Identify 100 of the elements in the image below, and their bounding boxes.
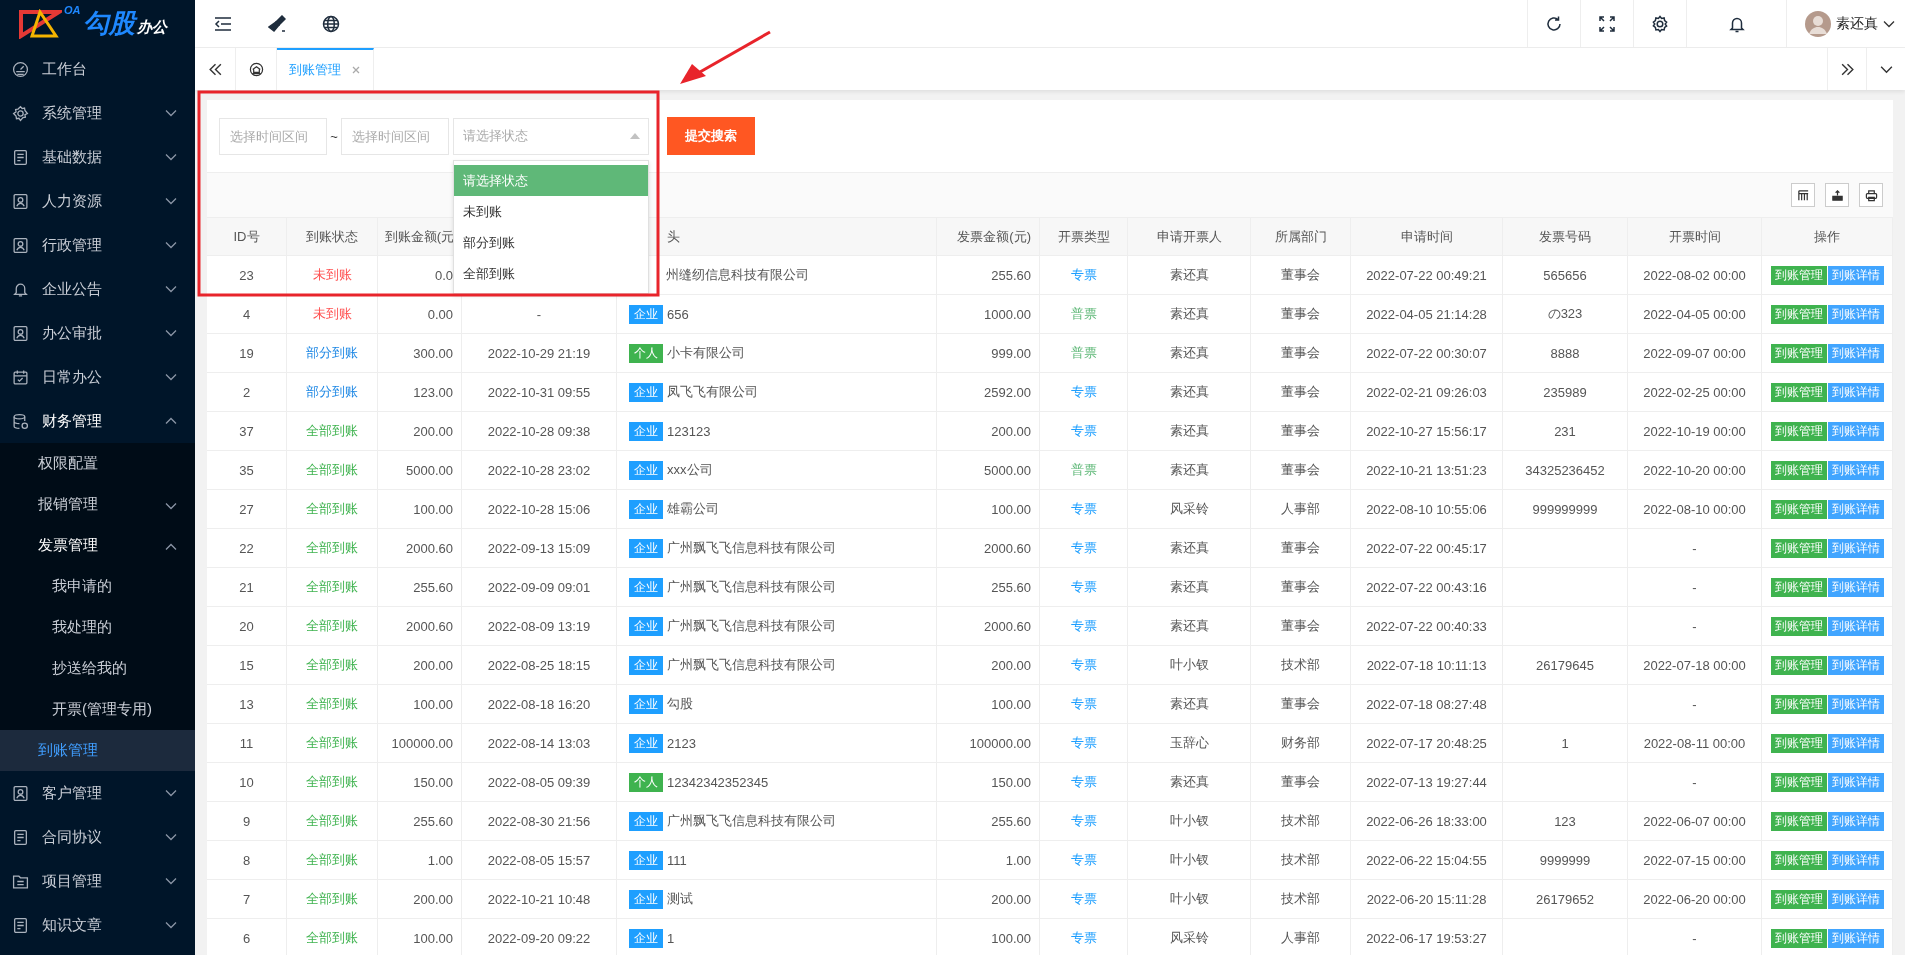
table-cell: 2000.60 xyxy=(378,607,462,645)
arrival-detail-button[interactable]: 到账详情 xyxy=(1827,343,1884,363)
arrival-detail-button[interactable]: 到账详情 xyxy=(1827,694,1884,714)
arrival-detail-button[interactable]: 到账详情 xyxy=(1827,265,1884,285)
arrival-detail-button[interactable]: 到账详情 xyxy=(1827,616,1884,636)
menu-item[interactable]: 基础数据 xyxy=(0,135,195,179)
submenu-item[interactable]: 到账管理 xyxy=(0,730,195,771)
table-cell: 5000.00 xyxy=(937,451,1040,489)
category-tag: 企业 xyxy=(629,538,663,558)
submenu-item[interactable]: 发票管理 xyxy=(0,525,195,566)
table-cell: 1.00 xyxy=(378,841,462,879)
arrival-detail-button[interactable]: 到账详情 xyxy=(1827,655,1884,675)
menu-item[interactable]: 知识文章 xyxy=(0,903,195,947)
arrival-detail-button[interactable]: 到账详情 xyxy=(1827,577,1884,597)
arrival-manage-button[interactable]: 到账管理 xyxy=(1770,460,1827,480)
logo-icon xyxy=(18,8,62,39)
arrival-detail-button[interactable]: 到账详情 xyxy=(1827,421,1884,441)
table-cell: 叶小钗 xyxy=(1128,646,1251,684)
arrival-manage-button[interactable]: 到账管理 xyxy=(1770,928,1827,948)
columns-icon[interactable] xyxy=(1791,183,1815,207)
arrival-detail-button[interactable]: 到账详情 xyxy=(1827,460,1884,480)
submenu-item[interactable]: 权限配置 xyxy=(0,443,195,484)
table-cell: 人事部 xyxy=(1251,490,1351,528)
category-tag: 企业 xyxy=(629,694,663,714)
table-cell: 20 xyxy=(207,607,287,645)
arrival-detail-button[interactable]: 到账详情 xyxy=(1827,850,1884,870)
menu-item[interactable]: 日常办公 xyxy=(0,355,195,399)
arrival-detail-button[interactable]: 到账详情 xyxy=(1827,382,1884,402)
arrival-detail-button[interactable]: 到账详情 xyxy=(1827,304,1884,324)
menu-item[interactable]: 企业公告 xyxy=(0,267,195,311)
category-tag: 企业 xyxy=(629,850,663,870)
arrival-detail-button[interactable]: 到账详情 xyxy=(1827,889,1884,909)
submenu-item[interactable]: 报销管理 xyxy=(0,484,195,525)
arrival-manage-button[interactable]: 到账管理 xyxy=(1770,421,1827,441)
arrival-manage-button[interactable]: 到账管理 xyxy=(1770,382,1827,402)
print-icon[interactable] xyxy=(1859,183,1883,207)
arrival-manage-button[interactable]: 到账管理 xyxy=(1770,889,1827,909)
menu-item[interactable]: 工作台 xyxy=(0,47,195,91)
column-header: 到账状态 xyxy=(287,218,378,255)
user-menu[interactable]: 素还真 xyxy=(1786,0,1905,47)
submenu-item[interactable]: 我申请的 xyxy=(0,566,195,607)
table-cell: 21 xyxy=(207,568,287,606)
company-name: 广州飘飞飞信息科技有限公司 xyxy=(667,578,836,596)
table-cell: 2022-07-13 19:27:44 xyxy=(1351,763,1503,801)
arrival-manage-button[interactable]: 到账管理 xyxy=(1770,577,1827,597)
dropdown-option[interactable]: 请选择状态 xyxy=(454,164,648,196)
menu-item[interactable]: 项目管理 xyxy=(0,859,195,903)
submit-search-button[interactable]: 提交搜索 xyxy=(667,117,755,155)
menu-item[interactable]: 客户管理 xyxy=(0,771,195,815)
invoice-type-cell: 专票 xyxy=(1040,607,1128,645)
table-cell: 人事部 xyxy=(1251,919,1351,955)
menu-item[interactable]: 行政管理 xyxy=(0,223,195,267)
submenu-item[interactable]: 开票(管理专用) xyxy=(0,689,195,730)
menu-item[interactable]: 合同协议 xyxy=(0,815,195,859)
end-date-field[interactable]: 选择时间区间 xyxy=(341,117,449,155)
table-cell: - xyxy=(1628,919,1762,955)
arrival-manage-button[interactable]: 到账管理 xyxy=(1770,616,1827,636)
export-icon[interactable] xyxy=(1825,183,1849,207)
arrival-detail-button[interactable]: 到账详情 xyxy=(1827,733,1884,753)
arrival-manage-button[interactable]: 到账管理 xyxy=(1770,694,1827,714)
page-tab[interactable]: 到账管理 xyxy=(277,48,374,90)
arrival-manage-button[interactable]: 到账管理 xyxy=(1770,733,1827,753)
arrival-manage-button[interactable]: 到账管理 xyxy=(1770,304,1827,324)
column-header: ID号 xyxy=(207,218,287,255)
arrival-manage-button[interactable]: 到账管理 xyxy=(1770,655,1827,675)
submenu-item[interactable]: 我处理的 xyxy=(0,607,195,648)
table-cell: 玉辞心 xyxy=(1128,724,1251,762)
table-cell: 董事会 xyxy=(1251,763,1351,801)
start-date-field[interactable]: 选择时间区间 xyxy=(219,117,327,155)
menu-item[interactable]: 系统管理 xyxy=(0,91,195,135)
table-cell: 255.60 xyxy=(378,568,462,606)
arrival-manage-button[interactable]: 到账管理 xyxy=(1770,772,1827,792)
arrival-manage-button[interactable]: 到账管理 xyxy=(1770,343,1827,363)
company-name: 测试 xyxy=(667,890,693,908)
table-cell: 2022-08-09 13:19 xyxy=(487,618,591,634)
arrival-detail-button[interactable]: 到账详情 xyxy=(1827,811,1884,831)
table-cell: 董事会 xyxy=(1251,529,1351,567)
arrival-detail-button[interactable]: 到账详情 xyxy=(1827,538,1884,558)
table-cell: 技术部 xyxy=(1251,646,1351,684)
arrival-detail-button[interactable]: 到账详情 xyxy=(1827,499,1884,519)
arrival-detail-button[interactable]: 到账详情 xyxy=(1827,928,1884,948)
menu-item[interactable]: 办公审批 xyxy=(0,311,195,355)
column-header: 发票号码 xyxy=(1503,218,1628,255)
submenu-item[interactable]: 抄送给我的 xyxy=(0,648,195,689)
table-cell: - xyxy=(536,306,542,322)
table-cell: の323 xyxy=(1547,305,1583,323)
status-select[interactable]: 请选择状态 xyxy=(453,117,649,155)
category-tag: 企业 xyxy=(629,733,663,753)
arrival-manage-button[interactable]: 到账管理 xyxy=(1770,811,1827,831)
table-cell: 2022-08-05 15:57 xyxy=(487,852,591,868)
arrival-manage-button[interactable]: 到账管理 xyxy=(1770,499,1827,519)
table-cell: 叶小钗 xyxy=(1128,841,1251,879)
arrival-manage-button[interactable]: 到账管理 xyxy=(1770,850,1827,870)
arrival-detail-button[interactable]: 到账详情 xyxy=(1827,772,1884,792)
arrival-manage-button[interactable]: 到账管理 xyxy=(1770,538,1827,558)
arrival-manage-button[interactable]: 到账管理 xyxy=(1770,265,1827,285)
menu-item[interactable]: 财务管理 xyxy=(0,399,195,443)
menu-item[interactable]: 人力资源 xyxy=(0,179,195,223)
status-cell: 全部到账 xyxy=(287,412,378,450)
company-name: 2123 xyxy=(667,735,696,751)
